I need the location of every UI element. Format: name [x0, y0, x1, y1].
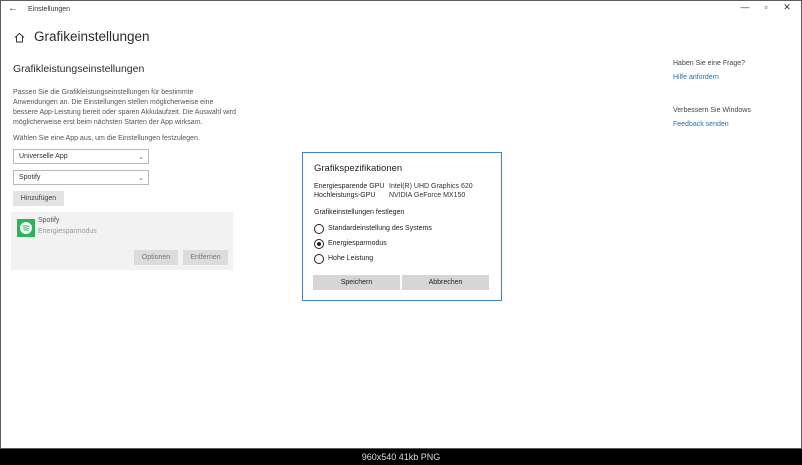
- radio-button[interactable]: [314, 239, 324, 249]
- cancel-button[interactable]: Abbrechen: [402, 275, 489, 290]
- app-select-dropdown[interactable]: Spotify ⌄: [13, 170, 149, 185]
- dialog-title: Grafikspezifikationen: [314, 163, 403, 174]
- feedback-link[interactable]: Feedback senden: [673, 121, 729, 128]
- maximize-button[interactable]: ▫: [758, 2, 774, 12]
- remove-button[interactable]: Entfernen: [183, 250, 228, 265]
- radio-label: Energiesparmodus: [328, 240, 387, 247]
- chevron-down-icon: ⌄: [138, 154, 144, 161]
- window-title: Einstellungen: [28, 6, 71, 13]
- question-heading: Haben Sie eine Frage?: [673, 60, 745, 67]
- description-text: Passen Sie die Grafikleistungseinstellun…: [13, 89, 236, 126]
- section-title: Grafikleistungseinstellungen: [13, 63, 145, 75]
- home-icon[interactable]: [14, 32, 25, 43]
- spec-value: Intel(R) UHD Graphics 620: [389, 183, 473, 190]
- graphics-spec-dialog: Grafikspezifikationen Energiesparende GP…: [302, 152, 502, 301]
- image-info-bar: 960x540 41kb PNG: [0, 449, 802, 465]
- spec-value: NVIDIA GeForce MX150: [389, 192, 466, 199]
- back-arrow-icon[interactable]: ←: [8, 3, 18, 14]
- radio-label: Standardeinstellung des Systems: [328, 225, 432, 232]
- close-button[interactable]: ✕: [779, 2, 795, 13]
- add-button[interactable]: Hinzufügen: [13, 191, 64, 206]
- spec-label: Energiesparende GPU: [314, 183, 385, 190]
- page-title: Grafikeinstellungen: [34, 29, 150, 44]
- spotify-icon: [17, 219, 35, 237]
- spec-label: Hochleistungs-GPU: [314, 192, 376, 199]
- options-button[interactable]: Optionen: [134, 250, 178, 265]
- save-button[interactable]: Speichern: [313, 275, 400, 290]
- app-select-value: Spotify: [19, 174, 41, 181]
- minimize-button[interactable]: —: [737, 2, 753, 12]
- improve-heading: Verbessern Sie Windows: [673, 107, 751, 114]
- app-name: Spotify: [38, 217, 60, 224]
- radio-button[interactable]: [314, 224, 324, 234]
- app-mode: Energiesparmodus: [38, 228, 97, 235]
- choose-app-label: Wählen Sie eine App aus, um die Einstell…: [13, 135, 200, 142]
- preference-label: Grafikeinstellungen festlegen: [314, 209, 405, 216]
- title-bar: ← Einstellungen — ▫ ✕: [1, 1, 801, 19]
- app-type-dropdown[interactable]: Universelle App ⌄: [13, 149, 149, 164]
- app-list-item[interactable]: Spotify Energiesparmodus Optionen Entfer…: [11, 212, 233, 270]
- app-type-value: Universelle App: [19, 153, 68, 160]
- chevron-down-icon: ⌄: [138, 175, 144, 182]
- radio-label: Hohe Leistung: [328, 255, 374, 262]
- help-link[interactable]: Hilfe anfordern: [673, 74, 719, 81]
- settings-window: ← Einstellungen — ▫ ✕ Grafikeinstellunge…: [0, 0, 802, 449]
- radio-button[interactable]: [314, 254, 324, 264]
